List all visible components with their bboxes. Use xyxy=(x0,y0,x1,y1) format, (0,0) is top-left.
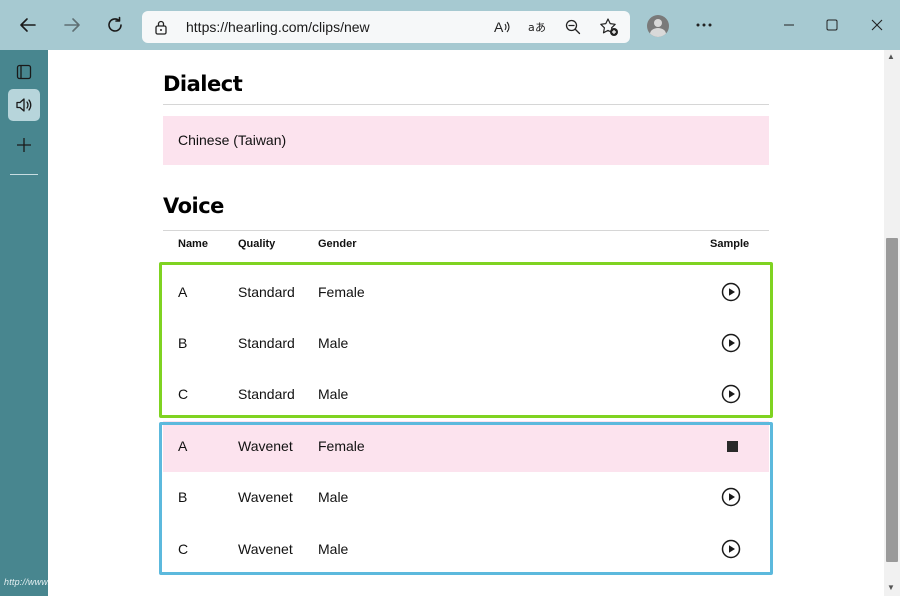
sidebar-tab-speaker[interactable] xyxy=(8,89,40,121)
browser-sidebar: http://www.xiaoyao.tw/ xyxy=(0,50,97,596)
dialect-selected[interactable]: Chinese (Taiwan) xyxy=(163,116,769,165)
back-button[interactable] xyxy=(13,10,43,40)
scroll-down-arrow[interactable]: ▼ xyxy=(887,583,895,592)
column-header-name: Name xyxy=(178,238,208,250)
scrollbar-thumb[interactable] xyxy=(886,238,898,562)
refresh-icon xyxy=(108,16,122,32)
refresh-button[interactable] xyxy=(100,10,130,40)
translate-icon[interactable]: aあ xyxy=(527,16,549,38)
minimize-icon xyxy=(784,24,794,26)
more-dots-icon xyxy=(696,23,712,27)
sidebar-add-button[interactable] xyxy=(8,129,40,161)
voice-heading: Voice xyxy=(163,194,224,218)
svg-text:A: A xyxy=(494,19,504,35)
scroll-up-arrow[interactable]: ▲ xyxy=(887,52,895,61)
speaker-icon xyxy=(16,98,32,112)
more-menu-button[interactable] xyxy=(689,10,719,40)
dialect-divider xyxy=(163,104,769,105)
svg-text:あ: あ xyxy=(535,21,546,34)
dialect-heading: Dialect xyxy=(163,72,243,96)
plus-icon xyxy=(17,138,31,152)
url-text[interactable]: https://hearling.com/clips/new xyxy=(186,19,370,35)
maximize-icon xyxy=(826,19,838,31)
close-icon xyxy=(871,19,883,31)
close-window-button[interactable] xyxy=(862,10,892,40)
favorite-add-icon[interactable] xyxy=(598,16,620,38)
read-aloud-icon[interactable]: A xyxy=(492,16,514,38)
arrow-left-icon xyxy=(20,18,36,32)
profile-avatar[interactable] xyxy=(647,15,669,37)
wavenet-voices-highlight-box xyxy=(159,422,773,575)
tab-actions-button[interactable] xyxy=(8,56,40,88)
arrow-right-icon xyxy=(64,18,80,32)
minimize-button[interactable] xyxy=(774,10,804,40)
lock-icon xyxy=(154,19,168,40)
address-bar[interactable]: https://hearling.com/clips/new A aあ xyxy=(142,11,630,43)
column-header-quality: Quality xyxy=(238,238,276,250)
browser-toolbar: https://hearling.com/clips/new A aあ xyxy=(0,0,900,50)
forward-button[interactable] xyxy=(57,10,87,40)
column-header-sample: Sample xyxy=(710,238,750,250)
zoom-out-icon[interactable] xyxy=(562,16,584,38)
sidebar-divider xyxy=(10,174,38,175)
svg-text:a: a xyxy=(528,21,535,34)
standard-voices-highlight-box xyxy=(159,262,773,418)
voice-divider xyxy=(163,230,769,231)
page-content: Dialect Chinese (Taiwan) Voice Name Qual… xyxy=(48,50,884,596)
tabs-icon xyxy=(16,64,32,80)
maximize-button[interactable] xyxy=(817,10,847,40)
dialect-value: Chinese (Taiwan) xyxy=(178,132,287,148)
column-header-gender: Gender xyxy=(318,238,357,250)
